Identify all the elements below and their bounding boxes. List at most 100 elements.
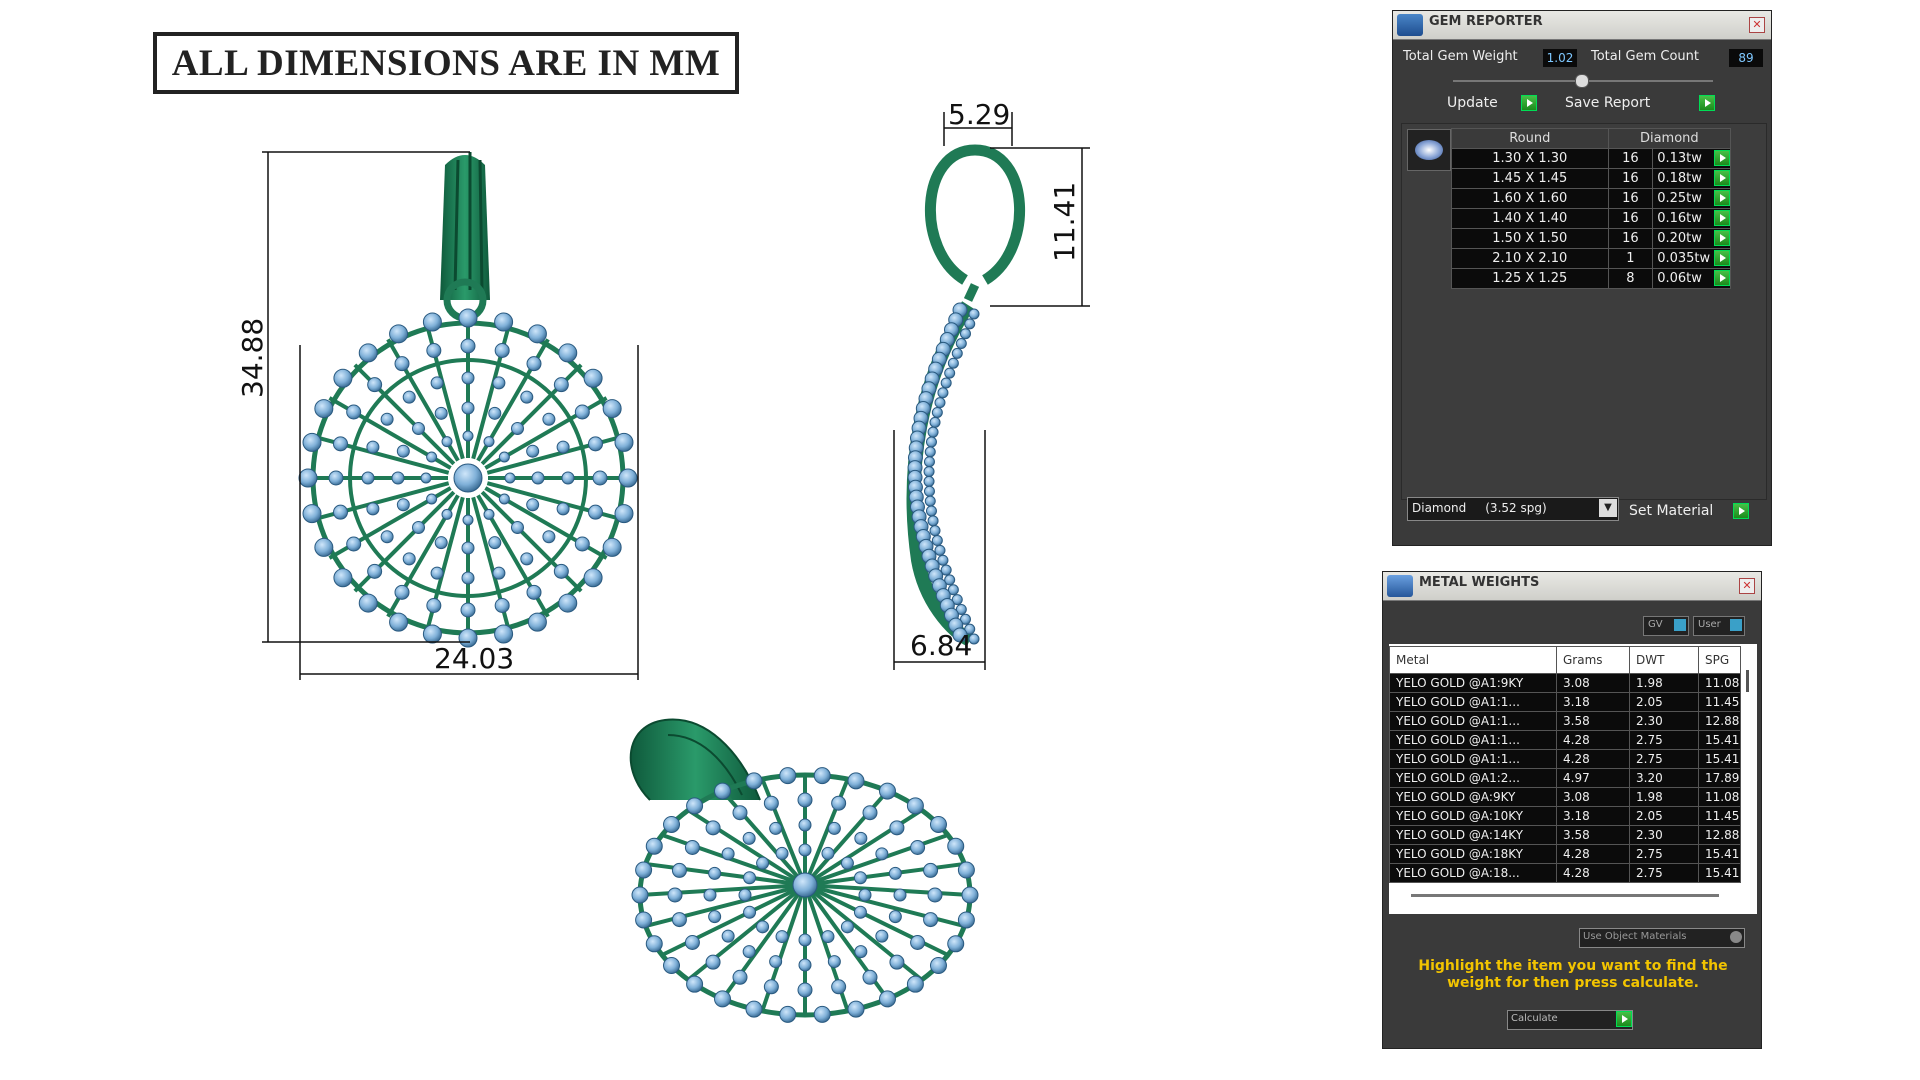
total-gem-count-label: Total Gem Count [1591,49,1699,64]
gem-size: 1.40 X 1.40 [1451,208,1609,229]
play-icon[interactable] [1714,270,1730,286]
dim-front-width: 24.03 [434,642,514,675]
metal-spg: 11.08 [1698,673,1741,693]
gem-size: 1.60 X 1.60 [1451,188,1609,209]
gem-weight: 0.035tw [1657,251,1711,266]
close-icon[interactable]: ✕ [1739,578,1755,594]
close-icon[interactable]: ✕ [1749,17,1765,33]
gem-table-row[interactable]: 1.25 X 1.25 8 0.06tw [1451,268,1731,289]
gem-table-row[interactable]: 1.40 X 1.40 16 0.16tw [1451,208,1731,229]
total-gem-weight-value: 1.02 [1543,49,1577,67]
metal-grams: 4.28 [1556,863,1630,883]
set-material-label: Set Material [1629,503,1714,519]
metal-grams: 4.28 [1556,749,1630,769]
metal-weights-icon [1387,575,1413,597]
gem-table-row[interactable]: 1.30 X 1.30 16 0.13tw [1451,148,1731,169]
metal-table-row[interactable]: YELO GOLD @A1:2... 4.97 3.20 17.89 [1389,768,1741,788]
gem-qty: 16 [1607,208,1654,229]
spg-col-header: SPG [1698,646,1741,674]
gv-toggle[interactable]: GV [1643,616,1689,636]
metal-table-row[interactable]: YELO GOLD @A:14KY 3.58 2.30 12.88 [1389,825,1741,845]
update-button[interactable]: Update [1447,93,1537,113]
metal-dwt: 2.75 [1629,749,1699,769]
pendant-drawing: 34.88 24.03 5.29 11.41 6.84 [236,98,1090,1023]
total-gem-count-value: 89 [1729,49,1763,67]
metal-weights-titlebar: METAL WEIGHTS ✕ [1383,572,1761,601]
metal-grams: 4.28 [1556,844,1630,864]
play-icon[interactable] [1714,190,1730,206]
metal-dwt: 1.98 [1629,673,1699,693]
play-icon [1521,95,1537,111]
gem-weight: 0.13tw [1657,151,1702,166]
metal-grams: 3.58 [1556,825,1630,845]
metal-table-row[interactable]: YELO GOLD @A1:1... 3.18 2.05 11.45 [1389,692,1741,712]
metal-table-row[interactable]: YELO GOLD @A:18... 4.28 2.75 15.41 [1389,863,1741,883]
metal-table-area: Metal Grams DWT SPG YELO GOLD @A1:9KY 3.0… [1389,644,1757,914]
perspective-view [629,718,979,1023]
gem-type-header: Diamond [1607,128,1732,149]
calculate-label: Calculate [1511,1013,1558,1024]
horizontal-scrollbar[interactable] [1411,894,1719,897]
metal-dwt: 1.98 [1629,787,1699,807]
metal-table-row[interactable]: YELO GOLD @A:18KY 4.28 2.75 15.41 [1389,844,1741,864]
metal-dwt: 2.75 [1629,730,1699,750]
metal-name: YELO GOLD @A:14KY [1389,825,1557,845]
gem-weight: 0.20tw [1657,231,1702,246]
side-body [906,301,980,647]
metal-dwt: 2.30 [1629,825,1699,845]
gem-qty: 16 [1607,228,1654,249]
info-icon [1730,619,1742,631]
gem-table-row[interactable]: 1.50 X 1.50 16 0.20tw [1451,228,1731,249]
metal-table-row[interactable]: YELO GOLD @A1:9KY 3.08 1.98 11.08 [1389,673,1741,693]
gem-table-row[interactable]: 2.10 X 2.10 1 0.035tw [1451,248,1731,269]
metal-name: YELO GOLD @A1:9KY [1389,673,1557,693]
metal-spg: 15.41 [1698,730,1741,750]
play-icon[interactable] [1714,230,1730,246]
info-icon [1674,619,1686,631]
metal-table-row[interactable]: YELO GOLD @A1:1... 3.58 2.30 12.88 [1389,711,1741,731]
material-select[interactable]: Diamond (3.52 spg) ▼ [1407,497,1619,521]
metal-spg: 15.41 [1698,749,1741,769]
weight-slider-handle[interactable] [1575,74,1589,88]
gem-table-row[interactable]: 1.45 X 1.45 16 0.18tw [1451,168,1731,189]
calculate-button[interactable]: Calculate [1507,1010,1633,1030]
user-toggle[interactable]: User [1693,616,1745,636]
play-icon[interactable] [1714,150,1730,166]
metal-spg: 11.08 [1698,787,1741,807]
metal-spg: 12.88 [1698,711,1741,731]
play-icon[interactable] [1714,170,1730,186]
gem-size: 2.10 X 2.10 [1451,248,1609,269]
play-icon[interactable] [1714,250,1730,266]
front-disc [298,308,638,648]
gem-weight: 0.06tw [1657,271,1702,286]
metal-spg: 12.88 [1698,825,1741,845]
side-view: 5.29 11.41 6.84 [893,98,1090,670]
round-gem-icon[interactable] [1407,129,1451,171]
gem-size: 1.50 X 1.50 [1451,228,1609,249]
use-object-materials-toggle[interactable]: Use Object Materials [1579,928,1745,948]
set-material-button[interactable]: Set Material [1629,501,1749,521]
play-icon [1699,95,1715,111]
grams-col-header: Grams [1556,646,1630,674]
metal-dwt: 2.05 [1629,806,1699,826]
gem-table-row[interactable]: 1.60 X 1.60 16 0.25tw [1451,188,1731,209]
chevron-down-icon[interactable]: ▼ [1599,499,1617,517]
metal-name: YELO GOLD @A:18... [1389,863,1557,883]
save-report-button[interactable]: Save Report [1565,93,1715,113]
metal-name: YELO GOLD @A:9KY [1389,787,1557,807]
vertical-scrollbar[interactable] [1746,670,1749,692]
metal-spg: 11.45 [1698,692,1741,712]
metal-table-row[interactable]: YELO GOLD @A1:1... 4.28 2.75 15.41 [1389,749,1741,769]
play-icon[interactable] [1714,210,1730,226]
metal-weights-panel: METAL WEIGHTS ✕ GV User Metal Grams DWT … [1382,571,1762,1049]
metal-table-row[interactable]: YELO GOLD @A:9KY 3.08 1.98 11.08 [1389,787,1741,807]
metal-name: YELO GOLD @A:18KY [1389,844,1557,864]
gem-qty: 1 [1607,248,1654,269]
radio-icon [1730,931,1742,943]
metal-table-row[interactable]: YELO GOLD @A:10KY 3.18 2.05 11.45 [1389,806,1741,826]
dwt-col-header: DWT [1629,646,1699,674]
metal-table-row[interactable]: YELO GOLD @A1:1... 4.28 2.75 15.41 [1389,730,1741,750]
dim-side-depth: 6.84 [910,629,972,662]
front-view: 34.88 24.03 [236,151,639,680]
metal-dwt: 2.05 [1629,692,1699,712]
